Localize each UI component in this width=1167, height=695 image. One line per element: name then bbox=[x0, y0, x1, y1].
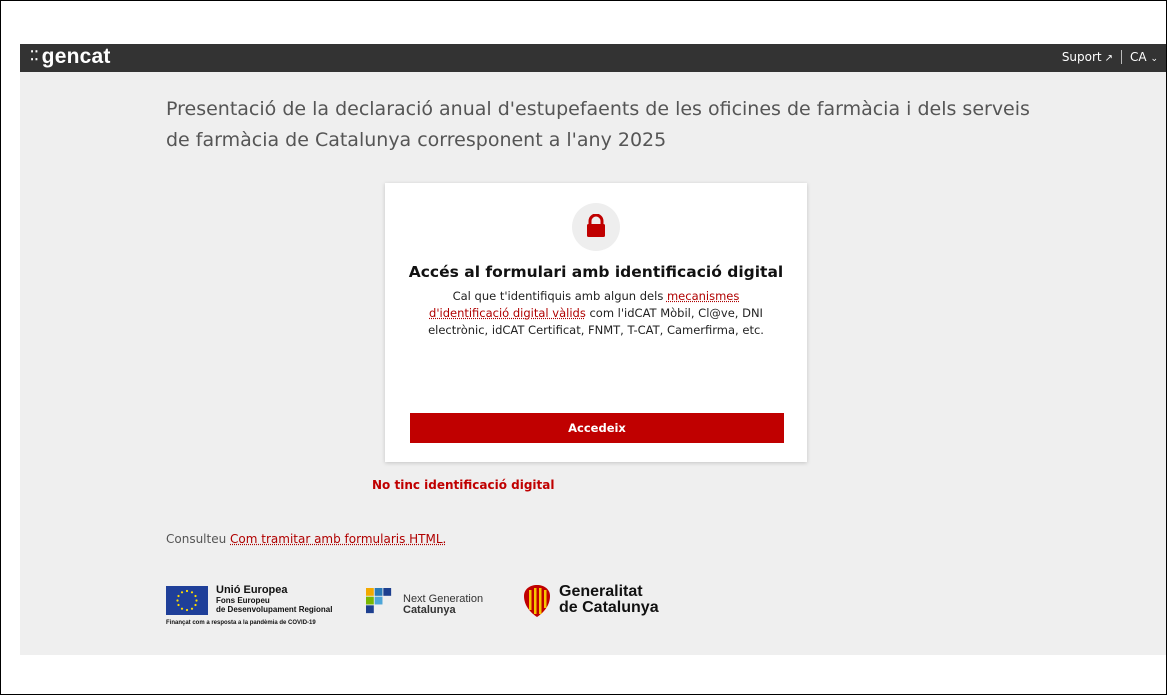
language-selector[interactable]: CA ⌄ bbox=[1130, 50, 1158, 64]
eu-subtitle-line2: de Desenvolupament Regional bbox=[216, 605, 333, 614]
top-bar: ⁚⁚ gencat Suport ↗ CA ⌄ bbox=[20, 44, 1166, 72]
eu-logo: Unió Europea Fons Europeu de Desenvolupa… bbox=[166, 582, 346, 632]
eu-flag-icon bbox=[166, 586, 208, 615]
card-description: Cal que t'identifiquis amb algun dels me… bbox=[413, 288, 779, 339]
eu-subtitle: Fons Europeu de Desenvolupament Regional bbox=[216, 596, 356, 614]
consult-prefix: Consulteu bbox=[166, 532, 231, 546]
generalitat-logo: Generalitat de Catalunya bbox=[521, 584, 691, 624]
no-digital-id-link[interactable]: No tinc identificació digital bbox=[372, 478, 555, 492]
lock-icon bbox=[587, 214, 605, 237]
external-link-icon: ↗ bbox=[1104, 53, 1114, 64]
next-generation-grid-icon bbox=[366, 588, 392, 614]
nav-divider bbox=[1121, 50, 1123, 64]
lock-badge bbox=[572, 203, 620, 251]
gen-line1: Generalitat bbox=[559, 583, 643, 600]
support-label: Suport bbox=[1061, 50, 1102, 64]
card-text-before: Cal que t'identifiquis amb algun dels bbox=[452, 289, 667, 303]
generalitat-emblem-icon bbox=[524, 585, 550, 617]
main-content: Presentació de la declaració anual d'est… bbox=[20, 72, 1166, 655]
generalitat-text: Generalitat de Catalunya bbox=[559, 584, 659, 616]
access-button[interactable]: Accedeix bbox=[410, 413, 784, 443]
eu-subtitle-line1: Fons Europeu bbox=[216, 596, 270, 605]
html-forms-help-link[interactable]: Com tramitar amb formularis HTML. bbox=[230, 532, 446, 546]
access-card: Accés al formulari amb identificació dig… bbox=[385, 183, 807, 462]
top-nav: Suport ↗ CA ⌄ bbox=[1062, 50, 1158, 64]
gen-line2: de Catalunya bbox=[559, 599, 659, 616]
eu-title: Unió Europea bbox=[216, 584, 288, 596]
next-generation-text: Next Generation Catalunya bbox=[403, 594, 483, 616]
page-title: Presentació de la declaració anual d'est… bbox=[166, 98, 1030, 151]
next-generation-logo: Next Generation Catalunya bbox=[366, 588, 501, 624]
consult-text: Consulteu Com tramitar amb formularis HT… bbox=[166, 532, 446, 546]
support-link[interactable]: Suport ↗ bbox=[1062, 50, 1113, 64]
funding-logos: Unió Europea Fons Europeu de Desenvolupa… bbox=[166, 582, 686, 632]
eu-caption: Finançat com a resposta a la pandèmia de… bbox=[166, 620, 316, 626]
chevron-down-icon: ⌄ bbox=[1150, 54, 1158, 64]
logo-text: gencat bbox=[41, 45, 111, 68]
gencat-mark-icon: ⁚⁚ bbox=[30, 48, 39, 63]
language-label: CA bbox=[1130, 50, 1147, 64]
gencat-logo[interactable]: ⁚⁚ gencat bbox=[30, 45, 111, 69]
ngc-line2: Catalunya bbox=[403, 604, 456, 616]
card-title: Accés al formulari amb identificació dig… bbox=[408, 263, 784, 281]
